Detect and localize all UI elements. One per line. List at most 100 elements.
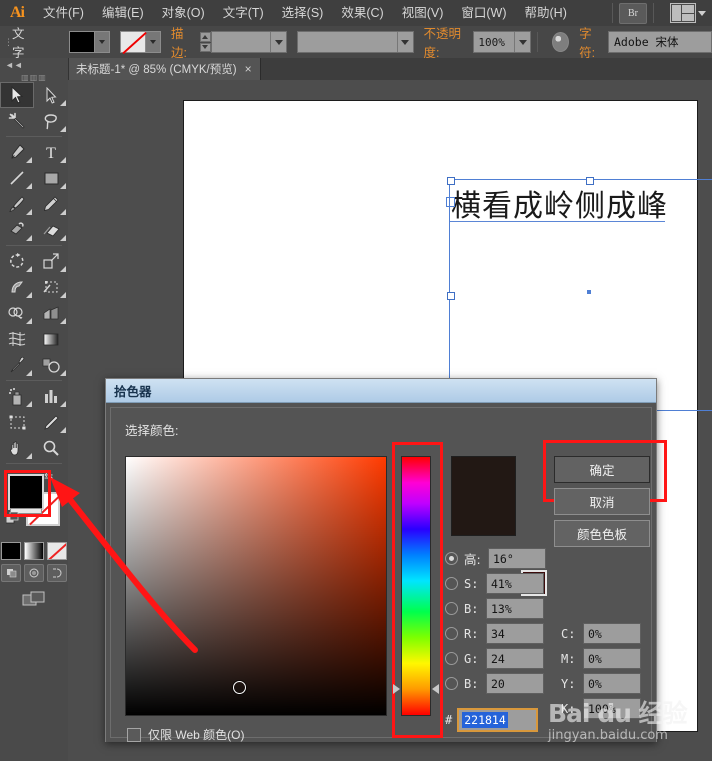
stroke-dropdown-arrow[interactable] bbox=[145, 31, 161, 53]
menu-select[interactable]: 选择(S) bbox=[273, 0, 333, 26]
menu-type[interactable]: 文字(T) bbox=[214, 0, 273, 26]
handle-top-left[interactable] bbox=[447, 177, 455, 185]
close-icon[interactable]: × bbox=[245, 62, 252, 76]
input-yellow[interactable]: 0% bbox=[583, 673, 641, 694]
workspace-layout-button[interactable] bbox=[670, 3, 706, 23]
new-color-preview-swatch bbox=[451, 456, 516, 536]
color-mode-gradient-icon[interactable] bbox=[24, 542, 44, 560]
field-row-red: R: 34 bbox=[445, 623, 544, 644]
artboard-tool[interactable] bbox=[0, 409, 34, 435]
radio-brightness[interactable] bbox=[445, 602, 458, 615]
input-magenta[interactable]: 0% bbox=[583, 648, 641, 669]
tool-flyout-indicator bbox=[26, 370, 32, 376]
hand-tool[interactable] bbox=[0, 435, 34, 461]
perspective-grid-tool[interactable] bbox=[34, 300, 68, 326]
symbol-sprayer-tool[interactable] bbox=[0, 383, 34, 409]
radio-green[interactable] bbox=[445, 652, 458, 665]
stroke-color-swatch[interactable] bbox=[119, 31, 146, 53]
blend-tool[interactable] bbox=[34, 352, 68, 378]
stroke-weight-stepper[interactable] bbox=[199, 32, 211, 52]
stroke-profile-field[interactable] bbox=[297, 31, 414, 53]
gradient-tool[interactable] bbox=[34, 326, 68, 352]
dialog-title: 拾色器 bbox=[106, 379, 656, 403]
color-mode-flat-icon[interactable] bbox=[1, 542, 21, 560]
column-graph-tool[interactable] bbox=[34, 383, 68, 409]
direct-selection-tool[interactable] bbox=[34, 82, 68, 108]
stroke-weight-field[interactable] bbox=[210, 31, 288, 53]
chevron-down-icon[interactable] bbox=[270, 32, 287, 52]
eraser-tool[interactable] bbox=[34, 217, 68, 243]
opacity-field[interactable]: 100% bbox=[473, 31, 532, 53]
handle-middle-left[interactable] bbox=[447, 292, 455, 300]
collapse-panel-icon[interactable]: ◄◄ bbox=[0, 58, 68, 72]
ok-button[interactable]: 确定 bbox=[554, 456, 650, 483]
slice-tool[interactable] bbox=[34, 409, 68, 435]
saturation-brightness-field[interactable] bbox=[125, 456, 387, 716]
magic-wand-tool[interactable] bbox=[0, 108, 34, 134]
color-selection-ring[interactable] bbox=[232, 681, 246, 695]
type-tool[interactable]: T bbox=[34, 139, 68, 165]
pencil-tool[interactable] bbox=[34, 191, 68, 217]
tools-panel-grip[interactable]: ▥▥▥ bbox=[0, 72, 68, 82]
font-family-field[interactable]: Adobe 宋体 bbox=[608, 31, 712, 53]
menu-effect[interactable]: 效果(C) bbox=[332, 0, 392, 26]
radio-blue[interactable] bbox=[445, 677, 458, 690]
paintbrush-tool[interactable] bbox=[0, 191, 34, 217]
hue-marker-right-icon[interactable] bbox=[432, 684, 439, 695]
chevron-down-icon[interactable] bbox=[396, 32, 413, 52]
label-yellow: Y: bbox=[561, 676, 576, 691]
lasso-tool[interactable] bbox=[34, 108, 68, 134]
menu-file[interactable]: 文件(F) bbox=[34, 0, 93, 26]
chevron-down-icon[interactable] bbox=[514, 32, 531, 52]
draw-normal-icon[interactable] bbox=[1, 564, 21, 582]
selection-tool[interactable] bbox=[0, 82, 34, 108]
tool-flyout-indicator bbox=[60, 126, 66, 132]
bridge-button[interactable]: Br bbox=[619, 2, 647, 24]
fill-dropdown-arrow[interactable] bbox=[94, 31, 110, 53]
divider bbox=[6, 245, 62, 246]
input-green[interactable]: 24 bbox=[486, 648, 544, 669]
free-transform-tool[interactable] bbox=[34, 274, 68, 300]
zoom-tool[interactable] bbox=[34, 435, 68, 461]
hex-field-row: # 221814 bbox=[445, 708, 539, 732]
color-swatches-button[interactable]: 颜色色板 bbox=[554, 520, 650, 547]
input-hue[interactable]: 16° bbox=[488, 548, 546, 569]
transparency-globe-icon[interactable] bbox=[552, 32, 570, 52]
line-segment-tool[interactable] bbox=[0, 165, 34, 191]
menu-edit[interactable]: 编辑(E) bbox=[93, 0, 153, 26]
radio-hue[interactable] bbox=[445, 552, 458, 565]
hue-slider[interactable] bbox=[393, 456, 439, 716]
rotate-tool[interactable] bbox=[0, 248, 34, 274]
draw-behind-icon[interactable] bbox=[24, 564, 44, 582]
input-saturation[interactable]: 41% bbox=[486, 573, 544, 594]
field-row-green: G: 24 bbox=[445, 648, 544, 669]
blob-brush-tool[interactable] bbox=[0, 217, 34, 243]
scale-tool[interactable] bbox=[34, 248, 68, 274]
warp-tool[interactable] bbox=[0, 274, 34, 300]
eyedropper-tool[interactable] bbox=[0, 352, 34, 378]
document-tab[interactable]: 未标题-1* @ 85% (CMYK/预览) × bbox=[68, 58, 261, 80]
handle-top-center[interactable] bbox=[586, 177, 594, 185]
web-only-checkbox[interactable] bbox=[127, 727, 141, 742]
rectangle-tool[interactable] bbox=[34, 165, 68, 191]
radio-red[interactable] bbox=[445, 627, 458, 640]
shape-builder-tool[interactable] bbox=[0, 300, 34, 326]
color-mode-none-icon[interactable] bbox=[47, 542, 67, 560]
mesh-tool[interactable] bbox=[0, 326, 34, 352]
hue-marker-left-icon[interactable] bbox=[393, 684, 400, 695]
input-cyan[interactable]: 0% bbox=[583, 623, 641, 644]
hex-input[interactable]: 221814 bbox=[457, 708, 539, 732]
input-brightness[interactable]: 13% bbox=[486, 598, 544, 619]
pen-tool[interactable] bbox=[0, 139, 34, 165]
input-blue[interactable]: 20 bbox=[486, 673, 544, 694]
radio-saturation[interactable] bbox=[445, 577, 458, 590]
cancel-button[interactable]: 取消 bbox=[554, 488, 650, 515]
input-black[interactable]: 100% bbox=[583, 698, 641, 719]
web-only-checkbox-row[interactable]: 仅限 Web 颜色(O) bbox=[127, 726, 244, 743]
menu-help[interactable]: 帮助(H) bbox=[516, 0, 576, 26]
change-screen-mode-icon[interactable] bbox=[22, 590, 46, 613]
input-red[interactable]: 34 bbox=[486, 623, 544, 644]
control-bar-grip[interactable]: ⋮⋮ bbox=[0, 26, 13, 58]
fill-color-swatch[interactable] bbox=[68, 31, 95, 53]
draw-inside-icon[interactable] bbox=[47, 564, 67, 582]
